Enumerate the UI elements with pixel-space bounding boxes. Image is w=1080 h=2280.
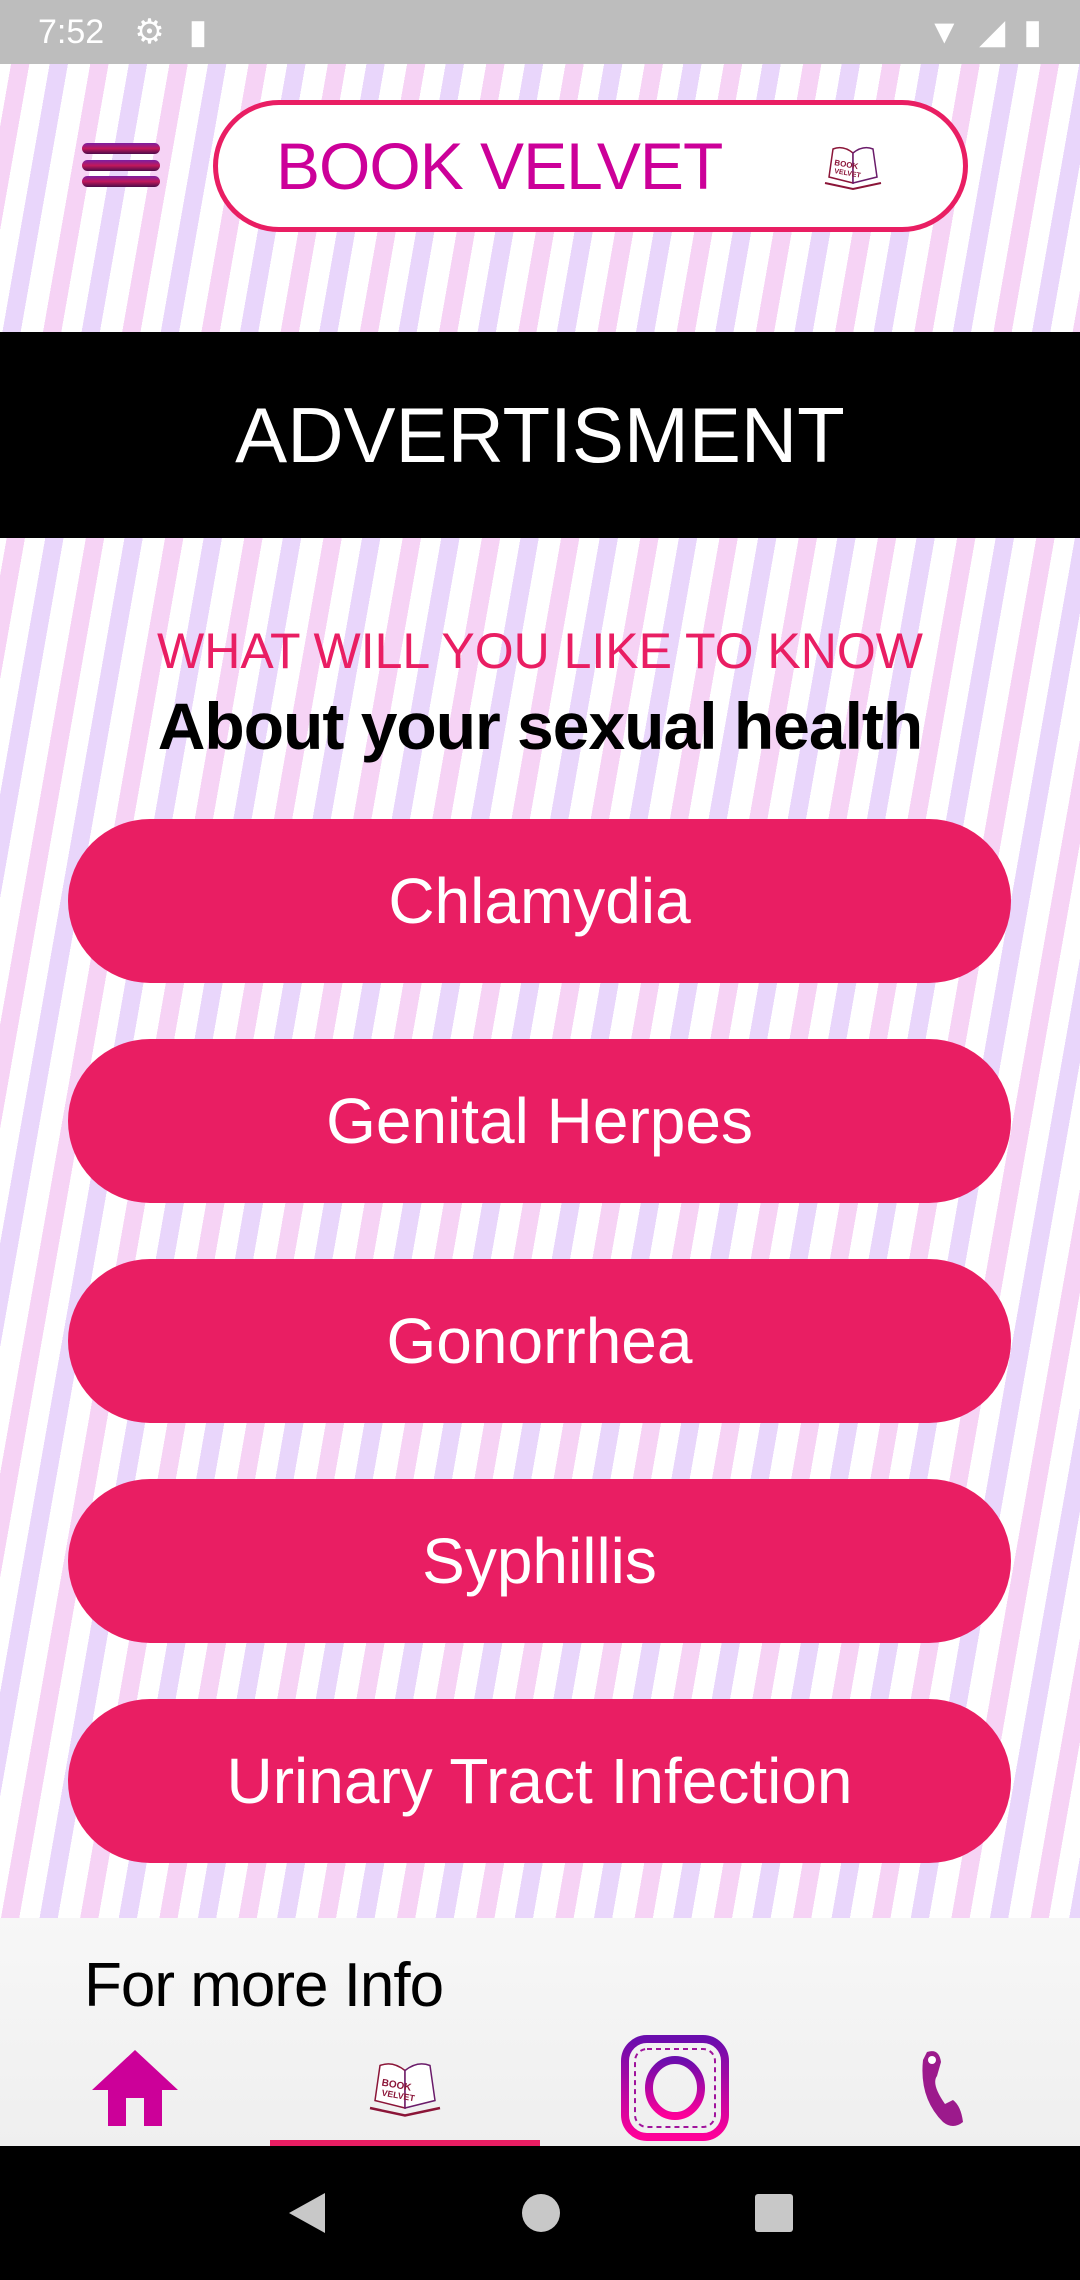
topic-button-syphillis[interactable]: Syphillis bbox=[68, 1479, 1011, 1643]
subtitle: About your sexual health bbox=[157, 689, 923, 763]
tab-phone[interactable] bbox=[810, 2030, 1080, 2146]
status-time: 7:52 bbox=[38, 12, 105, 51]
footer-title: For more Info bbox=[84, 1951, 444, 2020]
sd-card-icon: ▮ bbox=[188, 13, 208, 51]
signal-icon: ◢ bbox=[979, 13, 1006, 51]
menu-icon[interactable] bbox=[82, 143, 160, 187]
tab-instagram[interactable] bbox=[540, 2030, 810, 2146]
status-bar: 7:52 ⚙ ▮ ▼ ◢ ▮ bbox=[0, 0, 1080, 64]
topic-button-gonorrhea[interactable]: Gonorrhea bbox=[68, 1259, 1011, 1423]
wifi-icon: ▼ bbox=[927, 12, 962, 51]
topic-button-uti[interactable]: Urinary Tract Infection bbox=[68, 1699, 1011, 1863]
phone-icon bbox=[922, 2051, 963, 2126]
ad-label: ADVERTISMENT bbox=[235, 390, 845, 479]
settings-icon: ⚙ bbox=[134, 13, 165, 51]
system-nav-bar bbox=[0, 2146, 1080, 2280]
app-title: BOOK VELVET bbox=[276, 129, 723, 203]
recents-icon[interactable] bbox=[753, 2192, 795, 2234]
tab-book-velvet[interactable]: BOOK VELVET bbox=[270, 2030, 540, 2146]
instagram-icon bbox=[621, 2035, 729, 2141]
back-icon[interactable] bbox=[285, 2189, 329, 2237]
topic-button-chlamydia[interactable]: Chlamydia bbox=[68, 819, 1011, 983]
question-heading: WHAT WILL YOU LIKE TO KNOW bbox=[157, 623, 923, 679]
advertisement-banner[interactable]: ADVERTISMENT bbox=[0, 332, 1080, 538]
tab-home[interactable] bbox=[0, 2030, 270, 2146]
battery-icon: ▮ bbox=[1023, 13, 1042, 51]
home-circle-icon[interactable] bbox=[519, 2191, 563, 2235]
book-logo-icon: BOOK VELVET bbox=[824, 146, 882, 191]
book-velvet-logo-icon: BOOK VELVET bbox=[369, 2063, 441, 2117]
home-icon bbox=[92, 2050, 178, 2126]
brand-header[interactable]: BOOK VELVET BOOK VELVET bbox=[213, 100, 968, 232]
topic-button-genital-herpes[interactable]: Genital Herpes bbox=[68, 1039, 1011, 1203]
